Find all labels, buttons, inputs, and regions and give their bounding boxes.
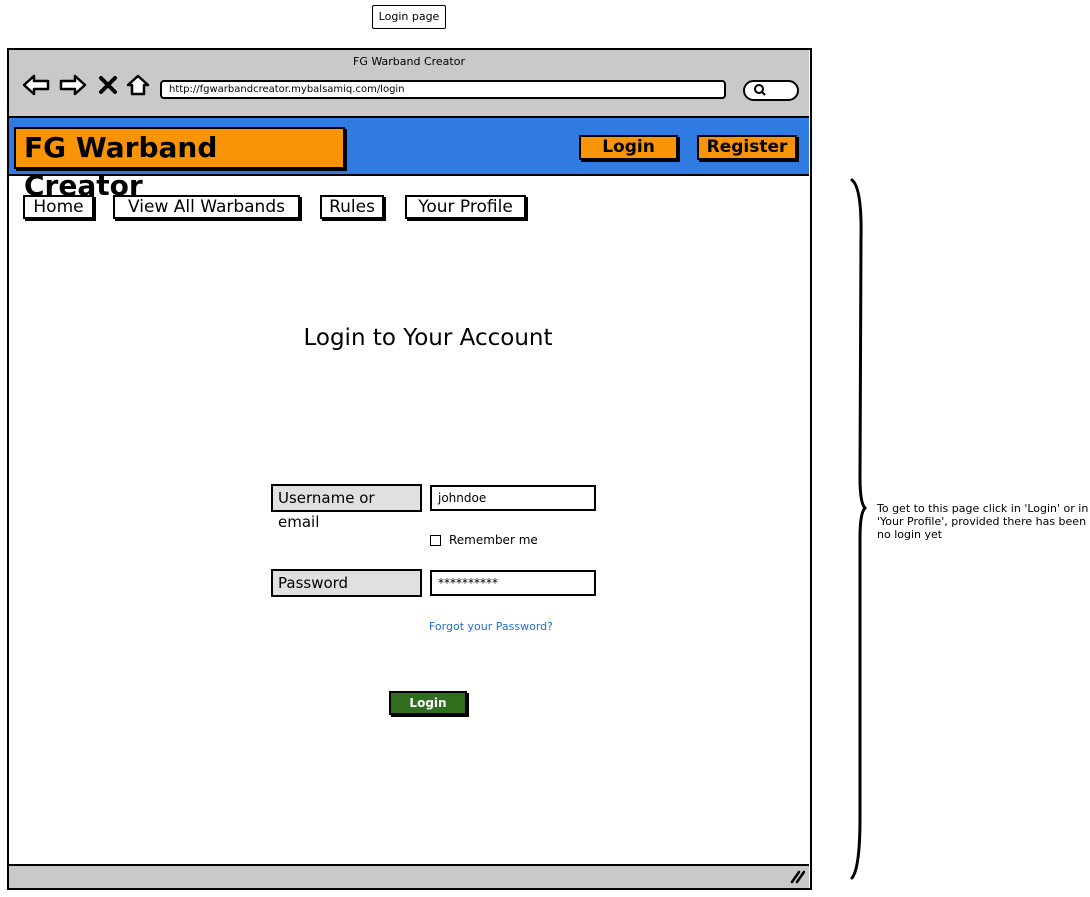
nav-your-profile[interactable]: Your Profile <box>405 195 526 219</box>
window-title: FG Warband Creator <box>353 55 465 68</box>
header-login-button[interactable]: Login <box>579 135 678 160</box>
nav-view-all-warbands[interactable]: View All Warbands <box>113 195 300 219</box>
browser-titlebar: FG Warband Creator http://fgwarbandcreat… <box>9 50 809 118</box>
annotation-brace <box>848 178 868 880</box>
back-arrow-icon[interactable] <box>21 72 51 98</box>
password-field[interactable]: ********** <box>430 570 596 596</box>
username-label: Username or email <box>271 484 422 531</box>
forward-arrow-icon[interactable] <box>58 72 88 98</box>
home-icon[interactable] <box>125 72 151 98</box>
annotation-note: To get to this page click in 'Login' or … <box>877 502 1089 541</box>
remember-me-label: Remember me <box>449 533 538 547</box>
search-icon <box>753 83 767 100</box>
brand-logo[interactable]: FG Warband Creator <box>14 127 345 202</box>
resize-handle-icon[interactable] <box>789 868 806 888</box>
page-title: Login to Your Account <box>303 325 553 351</box>
stop-icon[interactable] <box>97 72 119 98</box>
browser-status-bar <box>9 864 809 888</box>
forgot-password-link[interactable]: Forgot your Password? <box>429 620 553 633</box>
nav-home[interactable]: Home <box>23 195 94 219</box>
nav-rules[interactable]: Rules <box>320 195 384 219</box>
browser-search-box[interactable] <box>743 80 799 101</box>
browser-window: FG Warband Creator http://fgwarbandcreat… <box>7 48 812 890</box>
site-header: FG Warband Creator Login Register <box>9 118 809 202</box>
page-label: Login page <box>372 5 446 29</box>
url-bar[interactable]: http://fgwarbandcreator.mybalsamiq.com/l… <box>160 80 726 99</box>
header-register-button[interactable]: Register <box>697 135 797 160</box>
username-field[interactable]: johndoe <box>430 485 596 511</box>
password-label: Password <box>271 569 422 597</box>
login-submit-button[interactable]: Login <box>389 691 467 715</box>
remember-me-checkbox[interactable] <box>430 535 441 546</box>
